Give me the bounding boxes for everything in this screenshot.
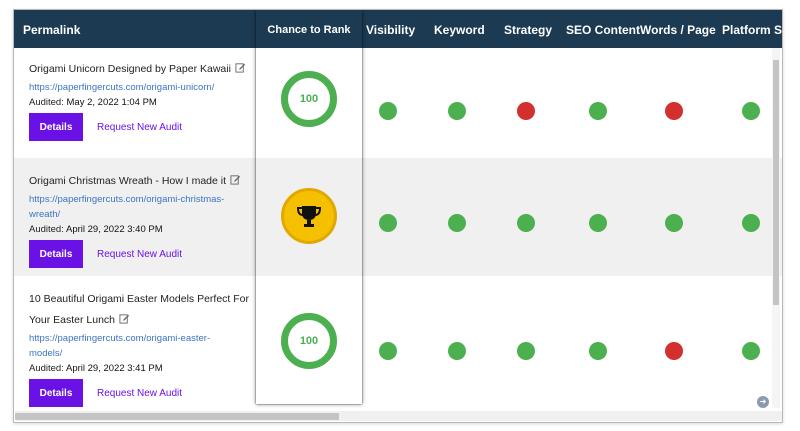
permalink-cell: 10 Beautiful Origami Easter Models Perfe…	[29, 289, 249, 407]
header-keyword[interactable]: Keyword	[434, 10, 485, 48]
status-dot-visibility	[379, 102, 397, 120]
table-row: 10 Beautiful Origami Easter Models Perfe…	[14, 276, 782, 416]
rank-score-ring: 100	[281, 71, 337, 127]
request-new-audit-link[interactable]: Request New Audit	[97, 249, 182, 260]
status-dot-keyword	[448, 342, 466, 360]
edit-icon[interactable]	[119, 313, 130, 324]
rank-cell: 100	[256, 48, 362, 158]
edit-icon[interactable]	[230, 174, 241, 185]
table-header: Permalink Visibility Keyword Strategy SE…	[14, 10, 782, 48]
status-dot-seo-content	[589, 102, 607, 120]
header-strategy[interactable]: Strategy	[504, 10, 552, 48]
table-row: Origami Unicorn Designed by Paper Kawaii…	[14, 48, 782, 158]
audited-info: Audited: April 29, 2022 3:41 PM	[29, 363, 163, 374]
audit-table: Permalink Visibility Keyword Strategy SE…	[13, 9, 783, 423]
status-dot-platform-seo	[742, 342, 760, 360]
edit-icon[interactable]	[235, 62, 246, 73]
audited-info: Audited: May 2, 2022 1:04 PM	[29, 97, 157, 108]
status-dot-strategy	[517, 342, 535, 360]
status-dot-visibility	[379, 342, 397, 360]
post-title: Origami Unicorn Designed by Paper Kawaii	[29, 59, 261, 80]
scroll-right-icon[interactable]: ➜	[757, 396, 769, 408]
header-words-page[interactable]: Words / Page	[640, 10, 716, 48]
permalink-cell: Origami Unicorn Designed by Paper Kawaii…	[29, 59, 261, 141]
request-new-audit-link[interactable]: Request New Audit	[97, 388, 182, 399]
header-chance-to-rank[interactable]: Chance to Rank	[256, 10, 362, 48]
vertical-scrollbar[interactable]	[772, 48, 780, 408]
status-dot-strategy	[517, 102, 535, 120]
status-dot-keyword	[448, 214, 466, 232]
status-dot-platform-seo	[742, 102, 760, 120]
post-title: 10 Beautiful Origami Easter Models Perfe…	[29, 293, 250, 326]
rank-cell: 100	[256, 276, 362, 404]
post-url[interactable]: https://paperfingercuts.com/origami-unic…	[29, 80, 261, 95]
status-dot-keyword	[448, 102, 466, 120]
header-permalink[interactable]: Permalink	[23, 10, 80, 48]
details-button[interactable]: Details	[29, 379, 83, 407]
horizontal-scrollbar-thumb[interactable]	[15, 413, 339, 420]
header-seo-content[interactable]: SEO Content	[566, 10, 640, 48]
details-button[interactable]: Details	[29, 240, 83, 268]
details-button[interactable]: Details	[29, 113, 83, 141]
status-dot-words-page	[665, 342, 683, 360]
rank-score-ring: 100	[281, 313, 337, 369]
header-platform-seo[interactable]: Platform SE	[722, 10, 782, 48]
status-dot-visibility	[379, 214, 397, 232]
post-url[interactable]: https://paperfingercuts.com/origami-chri…	[29, 192, 244, 222]
trophy-icon	[281, 188, 337, 244]
header-visibility[interactable]: Visibility	[366, 10, 415, 48]
request-new-audit-link[interactable]: Request New Audit	[97, 122, 182, 133]
audited-info: Audited: April 29, 2022 3:40 PM	[29, 224, 163, 235]
status-dot-words-page	[665, 214, 683, 232]
status-dot-platform-seo	[742, 214, 760, 232]
post-title: Origami Christmas Wreath - How I made it	[29, 171, 261, 192]
horizontal-scrollbar[interactable]	[15, 411, 782, 421]
status-dot-words-page	[665, 102, 683, 120]
table-row: Origami Christmas Wreath - How I made it…	[14, 158, 782, 276]
rank-cell	[256, 158, 362, 276]
status-dot-seo-content	[589, 214, 607, 232]
status-dot-strategy	[517, 214, 535, 232]
vertical-scrollbar-thumb[interactable]	[773, 60, 779, 305]
post-url[interactable]: https://paperfingercuts.com/origami-east…	[29, 331, 234, 361]
status-dot-seo-content	[589, 342, 607, 360]
permalink-cell: Origami Christmas Wreath - How I made it…	[29, 171, 261, 268]
